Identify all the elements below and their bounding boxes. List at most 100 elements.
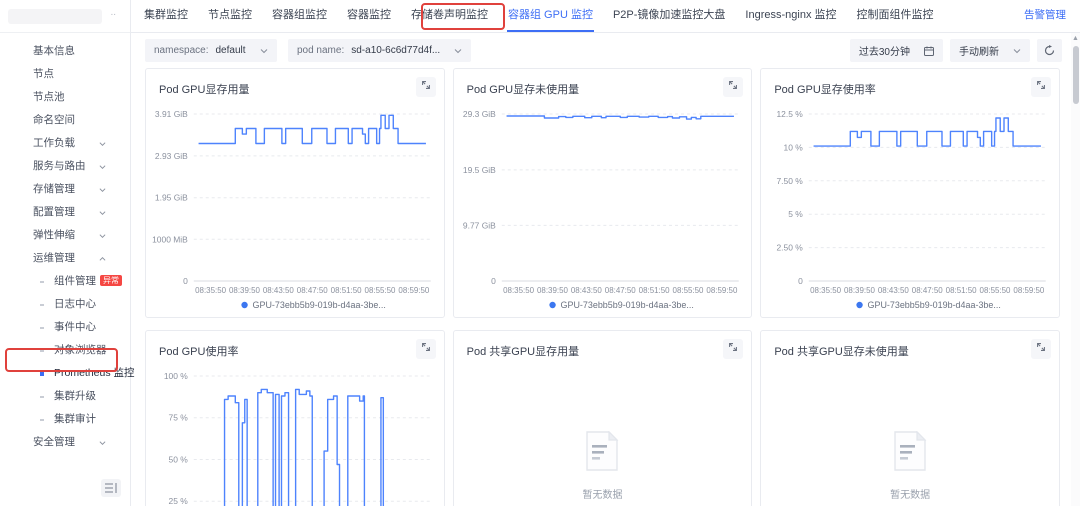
sidebar-header-dots[interactable]: .. [110, 7, 116, 18]
empty-state: 暂无数据 [761, 431, 1059, 501]
empty-state-message: 暂无数据 [454, 486, 752, 501]
svg-text:08:55:50: 08:55:50 [365, 286, 397, 295]
main-content: namespace: default pod name: sd-a10-6c6d… [131, 33, 1080, 506]
time-range-select[interactable]: 过去30分钟 [850, 39, 943, 62]
sidebar-item-3[interactable]: 节点池 [0, 86, 130, 109]
no-data-document-icon [585, 431, 619, 471]
refresh-icon [1044, 45, 1055, 56]
tab-8[interactable]: Ingress-nginx 监控 [735, 0, 846, 32]
sidebar-item-10[interactable]: 运维管理 [0, 247, 130, 270]
namespace-select[interactable]: namespace: default [145, 39, 277, 62]
chart-card-4: Pod GPU使用率025 %50 %75 %100 %08:35:5008:3… [145, 330, 445, 506]
svg-text:0: 0 [798, 276, 803, 286]
svg-text:9.77 GiB: 9.77 GiB [463, 220, 496, 230]
tab-6-active[interactable]: 容器组 GPU 监控 [498, 0, 603, 32]
legend-item[interactable]: GPU-73ebb5b9-019b-d4aa-3be... [549, 300, 693, 310]
tab-4[interactable]: 容器监控 [337, 0, 401, 32]
bullet-icon [40, 350, 44, 352]
refresh-button[interactable] [1037, 39, 1062, 62]
calendar-icon [924, 46, 934, 56]
expand-icon [1035, 78, 1047, 96]
svg-text:19.5 GiB: 19.5 GiB [463, 165, 496, 175]
cluster-name-redacted [8, 9, 102, 24]
chevron-down-icon [99, 141, 106, 147]
sidebar-item-5[interactable]: 工作负载 [0, 132, 130, 155]
sidebar: .. 基本信息节点节点池命名空间工作负载服务与路由存储管理配置管理弹性伸缩运维管… [0, 0, 131, 506]
scroll-up-arrow-icon[interactable]: ▲ [1072, 35, 1079, 42]
sidebar-item-14[interactable]: 对象浏览器 [0, 339, 130, 362]
time-range-value: 过去30分钟 [859, 43, 910, 58]
sidebar-item-8[interactable]: 配置管理 [0, 201, 130, 224]
scrollbar-thumb[interactable] [1073, 46, 1079, 104]
expand-chart-button[interactable] [723, 339, 743, 359]
alert-management-link[interactable]: 告警管理 [1024, 0, 1066, 31]
tab-9[interactable]: 控制面组件监控 [847, 0, 944, 32]
tab-7[interactable]: P2P-镜像加速监控大盘 [603, 0, 735, 32]
chevron-down-icon [1013, 48, 1021, 54]
sidebar-item-4[interactable]: 命名空间 [0, 109, 130, 132]
svg-text:GPU-73ebb5b9-019b-d4aa-3be...: GPU-73ebb5b9-019b-d4aa-3be... [253, 300, 386, 310]
expand-icon [1035, 340, 1047, 358]
sidebar-item-9[interactable]: 弹性伸缩 [0, 224, 130, 247]
svg-text:08:47:50: 08:47:50 [297, 286, 329, 295]
bullet-icon [40, 281, 44, 283]
tab-2[interactable]: 节点监控 [198, 0, 262, 32]
chevron-down-icon [99, 187, 106, 193]
sidebar-item-18[interactable]: 安全管理 [0, 431, 130, 454]
sidebar-item-2[interactable]: 节点 [0, 63, 130, 86]
namespace-value: default [215, 45, 245, 56]
sidebar-item-label: 存储管理 [33, 183, 75, 195]
legend-item[interactable]: GPU-73ebb5b9-019b-d4aa-3be... [857, 300, 1001, 310]
chart-title: Pod 共享GPU显存未使用量 [774, 343, 908, 359]
expand-chart-button[interactable] [723, 77, 743, 97]
sidebar-item-7[interactable]: 存储管理 [0, 178, 130, 201]
sidebar-item-label: Prometheus 监控 [54, 367, 135, 379]
sidebar-item-16[interactable]: 集群升级 [0, 385, 130, 408]
chart-card-6: Pod 共享GPU显存未使用量暂无数据 [760, 330, 1060, 506]
svg-text:0: 0 [491, 276, 496, 286]
tab-5[interactable]: 存储卷声明监控 [401, 0, 498, 32]
sidebar-item-6[interactable]: 服务与路由 [0, 155, 130, 178]
svg-text:2.93 GiB: 2.93 GiB [155, 151, 188, 161]
sidebar-item-17[interactable]: 集群审计 [0, 408, 130, 431]
svg-text:08:59:50: 08:59:50 [706, 286, 738, 295]
expand-chart-button[interactable] [416, 339, 436, 359]
legend-dot-icon [241, 302, 247, 308]
sidebar-item-13[interactable]: 事件中心 [0, 316, 130, 339]
expand-chart-button[interactable] [1031, 339, 1051, 359]
svg-text:5 %: 5 % [789, 209, 804, 219]
legend-item[interactable]: GPU-73ebb5b9-019b-d4aa-3be... [241, 300, 385, 310]
expand-chart-button[interactable] [416, 77, 436, 97]
svg-text:7.50 %: 7.50 % [777, 176, 804, 186]
sidebar-item-label: 服务与路由 [33, 160, 86, 172]
pod-name-select[interactable]: pod name: sd-a10-6c6d77d4f... [288, 39, 471, 62]
sidebar-collapse-button[interactable] [101, 479, 121, 497]
chevron-down-icon [454, 48, 462, 54]
expand-chart-button[interactable] [1031, 77, 1051, 97]
svg-text:08:47:50: 08:47:50 [604, 286, 636, 295]
tab-3[interactable]: 容器组监控 [262, 0, 337, 32]
top-tab-bar: 集群监控节点监控容器组监控容器监控存储卷声明监控容器组 GPU 监控P2P-镜像… [131, 0, 1080, 33]
chevron-down-icon [99, 233, 106, 239]
svg-text:2.50 %: 2.50 % [777, 243, 804, 253]
chart-grid: Pod GPU显存用量01000 MiB1.95 GiB2.93 GiB3.91… [145, 68, 1060, 506]
vertical-scrollbar[interactable]: ▲ [1071, 33, 1080, 506]
chart-title: Pod GPU显存使用率 [774, 81, 875, 97]
sidebar-item-15-active[interactable]: Prometheus 监控 [0, 362, 130, 385]
refresh-mode-select[interactable]: 手动刷新 [950, 39, 1030, 62]
svg-text:29.3 GiB: 29.3 GiB [463, 109, 496, 119]
sidebar-item-11[interactable]: 组件管理异常 [0, 270, 130, 293]
sidebar-item-1[interactable]: 基本信息 [0, 40, 130, 63]
svg-text:08:51:50: 08:51:50 [331, 286, 363, 295]
filter-bar: namespace: default pod name: sd-a10-6c6d… [145, 39, 1062, 62]
no-data-document-icon [893, 431, 927, 471]
chart-card-2: Pod GPU显存未使用量09.77 GiB19.5 GiB29.3 GiB08… [453, 68, 753, 318]
sidebar-item-12[interactable]: 日志中心 [0, 293, 130, 316]
bullet-icon [40, 396, 44, 398]
chevron-down-icon [99, 164, 106, 170]
bullet-icon [40, 327, 44, 329]
sidebar-item-label: 弹性伸缩 [33, 229, 75, 241]
svg-text:GPU-73ebb5b9-019b-d4aa-3be...: GPU-73ebb5b9-019b-d4aa-3be... [560, 300, 693, 310]
tab-1[interactable]: 集群监控 [134, 0, 198, 32]
chart-title: Pod 共享GPU显存用量 [467, 343, 579, 359]
